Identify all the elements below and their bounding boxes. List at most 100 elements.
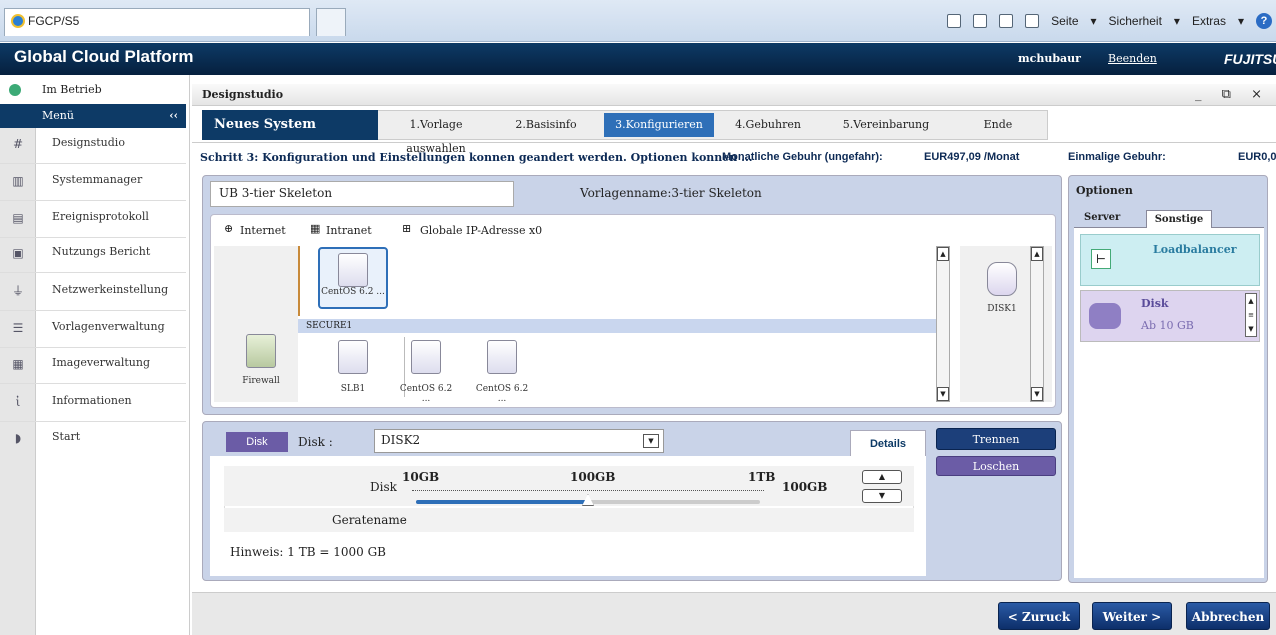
server-node-2[interactable]: CentOS 6.2 ...	[474, 340, 530, 404]
help-icon[interactable]: ?	[1256, 13, 1272, 29]
cancel-button[interactable]: Abbrechen	[1186, 602, 1270, 630]
scroll-down-icon[interactable]: ▼	[1031, 387, 1043, 401]
sidebar-item-start[interactable]: ◗ Start	[0, 422, 186, 458]
server-icon	[487, 340, 517, 374]
scroll-up-icon[interactable]: ▲	[1031, 247, 1043, 261]
node-label: Firewall	[242, 376, 280, 386]
print-icon[interactable]	[1025, 14, 1040, 28]
step-3[interactable]: 3.Konfigurieren	[604, 113, 714, 137]
logout-link[interactable]: Beenden	[1108, 52, 1157, 65]
start-icon: ◗	[14, 431, 22, 445]
detach-button[interactable]: Trennen	[936, 428, 1056, 450]
feeds-icon[interactable]	[973, 14, 988, 28]
mail-icon[interactable]	[999, 14, 1014, 28]
sidebar-item-netzwerkeinstellung[interactable]: ⏚ Netzwerkeinstellung	[0, 275, 186, 311]
sidebar-item-label: Netzwerkeinstellung	[52, 283, 169, 296]
option-scrollbar[interactable]: ▲ ≡ ▼	[1245, 293, 1257, 337]
sidebar-item-nutzungsbericht[interactable]: ▣ Nutzungs Bericht	[0, 237, 186, 273]
scroll-up-icon[interactable]: ▲	[937, 247, 949, 261]
browser-tab[interactable]: FGCP/S5	[4, 8, 310, 36]
template-icon: ☰	[12, 321, 24, 335]
collapse-menu-icon[interactable]: ‹‹	[169, 104, 178, 128]
dropdown-arrow-icon[interactable]: ▼	[643, 434, 659, 448]
delete-button[interactable]: Loschen	[936, 456, 1056, 476]
monthly-fee-value: EUR497,09 /Monat	[924, 151, 1020, 163]
window-controls[interactable]: _ ⧉ ×	[1195, 87, 1270, 102]
firewall-node[interactable]: Firewall	[232, 334, 290, 386]
option-loadbalancer[interactable]: ⊢ Loadbalancer	[1080, 234, 1260, 286]
system-name-input[interactable]: UB 3-tier Skeleton	[210, 181, 514, 207]
status-indicator: Im Betrieb	[0, 80, 186, 100]
option-label: Disk	[1141, 297, 1169, 310]
sidebar-item-imageverwaltung[interactable]: ▦ Imageverwaltung	[0, 348, 186, 384]
secure-segment[interactable]: SECURE1	[298, 319, 936, 333]
option-sub: Ab 10 GB	[1141, 319, 1194, 332]
next-button[interactable]: Weiter >	[1092, 602, 1172, 630]
tab-server[interactable]: Server	[1084, 212, 1120, 223]
sidebar-item-label: Ereignisprotokoll	[52, 210, 149, 223]
disk1-node[interactable]: DISK1	[982, 262, 1022, 314]
tab-sonstige[interactable]: Sonstige	[1146, 210, 1212, 230]
info-icon: ἰ	[15, 395, 21, 409]
menu-header: Menü ‹‹	[0, 104, 186, 128]
internet-label: Internet	[240, 224, 286, 237]
options-title: Optionen	[1076, 184, 1133, 197]
disk-hint: Hinweis: 1 TB = 1000 GB	[230, 545, 386, 559]
step-5[interactable]: 5.Vereinbarung	[832, 113, 940, 137]
sidebar-item-ereignisprotokoll[interactable]: ▤ Ereignisprotokoll	[0, 202, 186, 238]
wizard-title: Neues System erstellen	[202, 110, 378, 162]
scroll-down-icon[interactable]: ▼	[937, 387, 949, 401]
sidebar-item-vorlagenverwaltung[interactable]: ☰ Vorlagenverwaltung	[0, 312, 186, 348]
designstudio-icon: #	[12, 137, 24, 151]
sidebar-item-systemmanager[interactable]: ▥ Systemmanager	[0, 165, 186, 201]
network-scrollbar[interactable]: ▲ ▼	[936, 246, 950, 402]
geratename-label: Geratename	[332, 513, 407, 527]
menu-extras[interactable]: Extras	[1192, 14, 1226, 28]
step-6[interactable]: Ende	[952, 113, 1044, 137]
sidebar-item-label: Start	[52, 430, 81, 443]
sidebar-item-label: Informationen	[52, 394, 132, 407]
onetime-fee-value: EUR0,00	[1238, 151, 1276, 163]
storage-scrollbar[interactable]: ▲ ▼	[1030, 246, 1044, 402]
menu-sicherheit[interactable]: Sicherheit	[1109, 14, 1162, 28]
device-name-row	[224, 508, 914, 532]
option-disk[interactable]: Disk Ab 10 GB ▲ ≡ ▼	[1080, 290, 1260, 342]
template-name: Vorlagenname:3-tier Skeleton	[580, 186, 762, 200]
disk-icon	[987, 262, 1017, 296]
menu-seite[interactable]: Seite	[1051, 14, 1078, 28]
sidebar-item-informationen[interactable]: ἰ Informationen	[0, 386, 186, 422]
server-node-selected[interactable]: CentOS 6.2 ...	[318, 247, 388, 309]
disk-select[interactable]: DISK2 ▼	[374, 429, 664, 453]
disk-select-label: Disk :	[298, 435, 333, 449]
disk-size-slider[interactable]	[416, 494, 760, 506]
status-dot-icon	[9, 84, 21, 96]
increase-button[interactable]: ▲	[862, 470, 902, 484]
slb-node[interactable]: SLB1	[326, 340, 380, 394]
intranet-label: Intranet	[326, 224, 372, 237]
home-icon[interactable]	[947, 14, 962, 28]
sidebar-item-label: Systemmanager	[52, 173, 143, 186]
step-hint: Schritt 3: Konfiguration und Einstellung…	[200, 151, 753, 164]
ie-icon	[11, 14, 25, 28]
step-2[interactable]: 2.Basisinfo	[496, 113, 596, 137]
global-ip-label: Globale IP-Adresse x0	[420, 224, 543, 237]
node-label: CentOS 6.2 ...	[475, 384, 529, 404]
slider-fill	[416, 500, 588, 504]
server-node-1[interactable]: CentOS 6.2 ...	[398, 340, 454, 404]
monthly-fee-label: Monatliche Gebuhr (ungefahr):	[722, 151, 883, 163]
image-icon: ▦	[12, 357, 24, 371]
browser-tab-title: FGCP/S5	[28, 14, 80, 28]
username: mchubaur	[1018, 52, 1081, 65]
server-icon	[411, 340, 441, 374]
step-1[interactable]: 1.Vorlage auswahlen	[384, 113, 488, 155]
back-button[interactable]: < Zuruck	[998, 602, 1080, 630]
chevron-down-icon: ▾	[1173, 14, 1180, 28]
step-4[interactable]: 4.Gebuhren	[722, 113, 814, 137]
decrease-button[interactable]: ▼	[862, 489, 902, 503]
new-tab-button[interactable]	[316, 8, 346, 36]
disk-select-value: DISK2	[381, 433, 421, 447]
sidebar-item-designstudio[interactable]: # Designstudio	[0, 128, 186, 164]
globe-icon: ⊕	[224, 222, 234, 235]
tab-details[interactable]: Details	[850, 430, 926, 456]
tick-10gb: 10GB	[402, 470, 440, 484]
